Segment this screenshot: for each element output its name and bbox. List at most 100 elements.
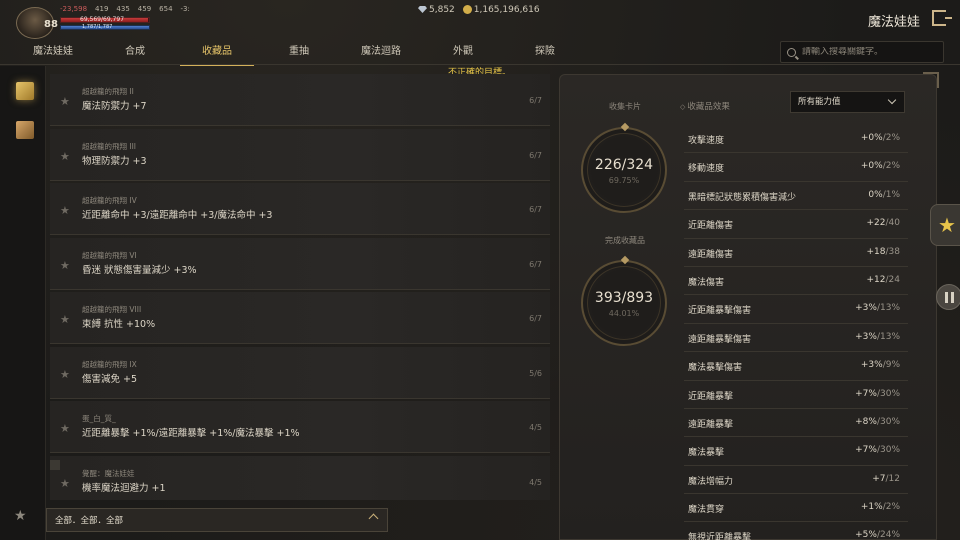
effect-current: +7% (855, 388, 877, 399)
tab-3[interactable]: 重抽 (258, 42, 340, 64)
chevron-down-icon (887, 95, 897, 105)
effect-value: +7/12 (872, 474, 900, 484)
effect-value: +8%/30% (855, 417, 900, 427)
card-title: 昏迷 狀態傷害量減少 +3% (82, 264, 197, 276)
effect-name: 無視近距離暴擊 (688, 533, 752, 540)
effect-value: +7%/30% (855, 389, 900, 399)
completed-label: 完成收藏品 (605, 236, 645, 245)
search-input[interactable] (802, 47, 932, 57)
card-title: 魔法防禦力 +7 (82, 101, 147, 112)
tab-6[interactable]: 探險 (504, 42, 586, 64)
star-icon[interactable]: ★ (60, 477, 70, 490)
collection-card[interactable]: ★ 超越籠的飛翔 II 魔法防禦力 +7 6/7 (50, 74, 550, 126)
card-subtitle: 超越籠的飛翔 III (82, 141, 137, 151)
cards-percent: 69.75% (608, 176, 640, 185)
tab-2[interactable]: 收藏品 (176, 42, 258, 66)
stat-value: 654 (159, 5, 173, 13)
completed-percent: 44.01% (608, 309, 640, 318)
effect-row: 遠距離暴擊傷害 +3%/13% (684, 324, 908, 353)
stat-value: 459 (137, 5, 152, 13)
star-icon[interactable]: ★ (14, 508, 27, 524)
stat-value: 419 (95, 5, 109, 13)
card-count: 6/7 (529, 150, 542, 160)
card-title: 束縛 抗性 +10% (82, 319, 156, 330)
star-icon[interactable]: ★ (60, 368, 70, 381)
card-subtitle: 蛋_白_質_ (82, 414, 116, 423)
card-subtitle: 超越籠的飛翔 VIII (82, 305, 142, 314)
effect-value: +12/24 (867, 275, 900, 285)
effect-row: 近距離暴擊傷害 +3%/13% (684, 295, 908, 324)
effect-row: 魔法傷害 +12/24 (684, 267, 908, 296)
effect-name: 移動速度 (688, 164, 725, 175)
card-subtitle: 超越籠的飛翔 II (82, 87, 134, 96)
effect-current: +3% (860, 360, 883, 371)
collection-card[interactable]: ★ 超越籠的飛翔 IX 傷害減免 +5 5/6 (50, 346, 550, 399)
search-icon[interactable] (787, 47, 796, 57)
ring-ornament (620, 122, 630, 132)
mp-text: 1,787/1,787 (82, 24, 113, 30)
effect-name: 遠距離暴擊傷害 (688, 334, 752, 345)
side-menu: ★ (0, 66, 46, 540)
effect-name: 近距離傷害 (688, 221, 734, 232)
effect-value: 0%/1% (868, 190, 900, 200)
tab-1[interactable]: 合成 (94, 42, 176, 64)
card-title: 傷害減免 +5 (82, 373, 138, 385)
tab-4[interactable]: 魔法迴路 (340, 42, 422, 64)
effect-current: +12 (866, 274, 886, 285)
effects-label: 收藏品效果 (680, 100, 730, 112)
star-icon[interactable]: ★ (60, 259, 70, 272)
exit-icon[interactable] (932, 10, 952, 26)
card-subtitle: 超越籠的飛翔 IX (82, 359, 137, 369)
effect-current: +5% (855, 530, 877, 540)
star-icon[interactable]: ★ (60, 422, 70, 435)
card-title: 物理防禦力 +3 (82, 155, 147, 167)
effect-row: 無視近距離暴擊 +5%/24% (684, 522, 908, 540)
completed-progress-ring: 393/893 44.01% (581, 255, 667, 346)
star-icon[interactable]: ★ (60, 204, 70, 217)
top-bar: 88 -23,598 419 435 459 654 -3: 69,569/69… (0, 0, 960, 40)
effect-name: 黑暗標記狀態累積傷害減少 (688, 192, 797, 203)
effect-name: 遠距離傷害 (688, 249, 734, 260)
effect-value: +5%/24% (855, 530, 900, 540)
filter-dropdown[interactable]: 全部．全部．全部 (46, 508, 388, 532)
collection-card[interactable]: ★ 超越籠的飛翔 VIII 束縛 抗性 +10% 6/7 (50, 292, 550, 344)
collection-card[interactable]: ★ 超越籠的飛翔 IV 近距離命中 +3/遠距離命中 +3/魔法命中 +3 6/7 (50, 183, 550, 235)
collection-card[interactable]: ★ 蛋_白_質_ 近距離暴擊 +1%/遠距離暴擊 +1%/魔法暴擊 +1% 4/5 (50, 401, 550, 453)
effect-current: +18 (866, 246, 886, 257)
effect-name: 魔法暴擊 (688, 448, 725, 459)
gem-amount: 5,852 (429, 5, 455, 15)
book-icon[interactable] (16, 82, 34, 100)
cards-progress-ring: 226/324 69.75% (581, 122, 667, 213)
star-icon[interactable]: ★ (60, 150, 70, 163)
effect-row: 近距離傷害 +22/40 (684, 210, 908, 239)
collection-card[interactable]: ★ 超越籠的飛翔 VI 昏迷 狀態傷害量減少 +3% 6/7 (50, 237, 550, 290)
effect-name: 近距離暴擊傷害 (688, 306, 752, 317)
collection-list: ★ 超越籠的飛翔 II 魔法防禦力 +7 6/7 ★ 超越籠的飛翔 III 物理防禦力 +3… (50, 74, 550, 500)
page-title: 魔法娃娃 (867, 15, 920, 30)
effect-max: /2% (882, 161, 900, 172)
effect-row: 遠距離傷害 +18/38 (684, 239, 908, 267)
effect-row: 魔法貫穿 +1%/2% (684, 494, 908, 523)
collection-card[interactable]: ★ 覺醒：魔法娃娃 機率魔法迴避力 +1 4/5 (50, 455, 550, 500)
effects-filter-select[interactable]: 所有能力值 (790, 91, 905, 113)
star-icon[interactable]: ★ (60, 313, 70, 326)
panel-corner-ornament (923, 72, 939, 88)
pause-button[interactable] (936, 284, 960, 310)
effect-max: /1% (882, 189, 900, 200)
collection-card[interactable]: ★ 超越籠的飛翔 III 物理防禦力 +3 6/7 (50, 128, 550, 181)
book-icon[interactable] (16, 121, 34, 139)
tab-5[interactable]: 外觀 (422, 42, 504, 64)
gold-currency: 1,165,196,616 (462, 5, 540, 15)
star-icon[interactable]: ★ (60, 95, 70, 108)
effect-value: +3%/13% (855, 303, 900, 313)
effect-value: +22/40 (867, 218, 900, 228)
effect-value: +1%/2% (861, 502, 900, 512)
card-title: 機率魔法迴避力 +1 (82, 482, 166, 494)
tab-0[interactable]: 魔法娃娃 (12, 42, 94, 64)
star-icon: ★ (938, 213, 956, 237)
effect-name: 魔法增幅力 (688, 476, 734, 487)
effect-current: 0% (868, 189, 883, 200)
search-box[interactable] (780, 41, 944, 63)
favorite-star-button[interactable]: ★ (930, 204, 960, 246)
effect-name: 近距離暴擊 (688, 391, 734, 402)
